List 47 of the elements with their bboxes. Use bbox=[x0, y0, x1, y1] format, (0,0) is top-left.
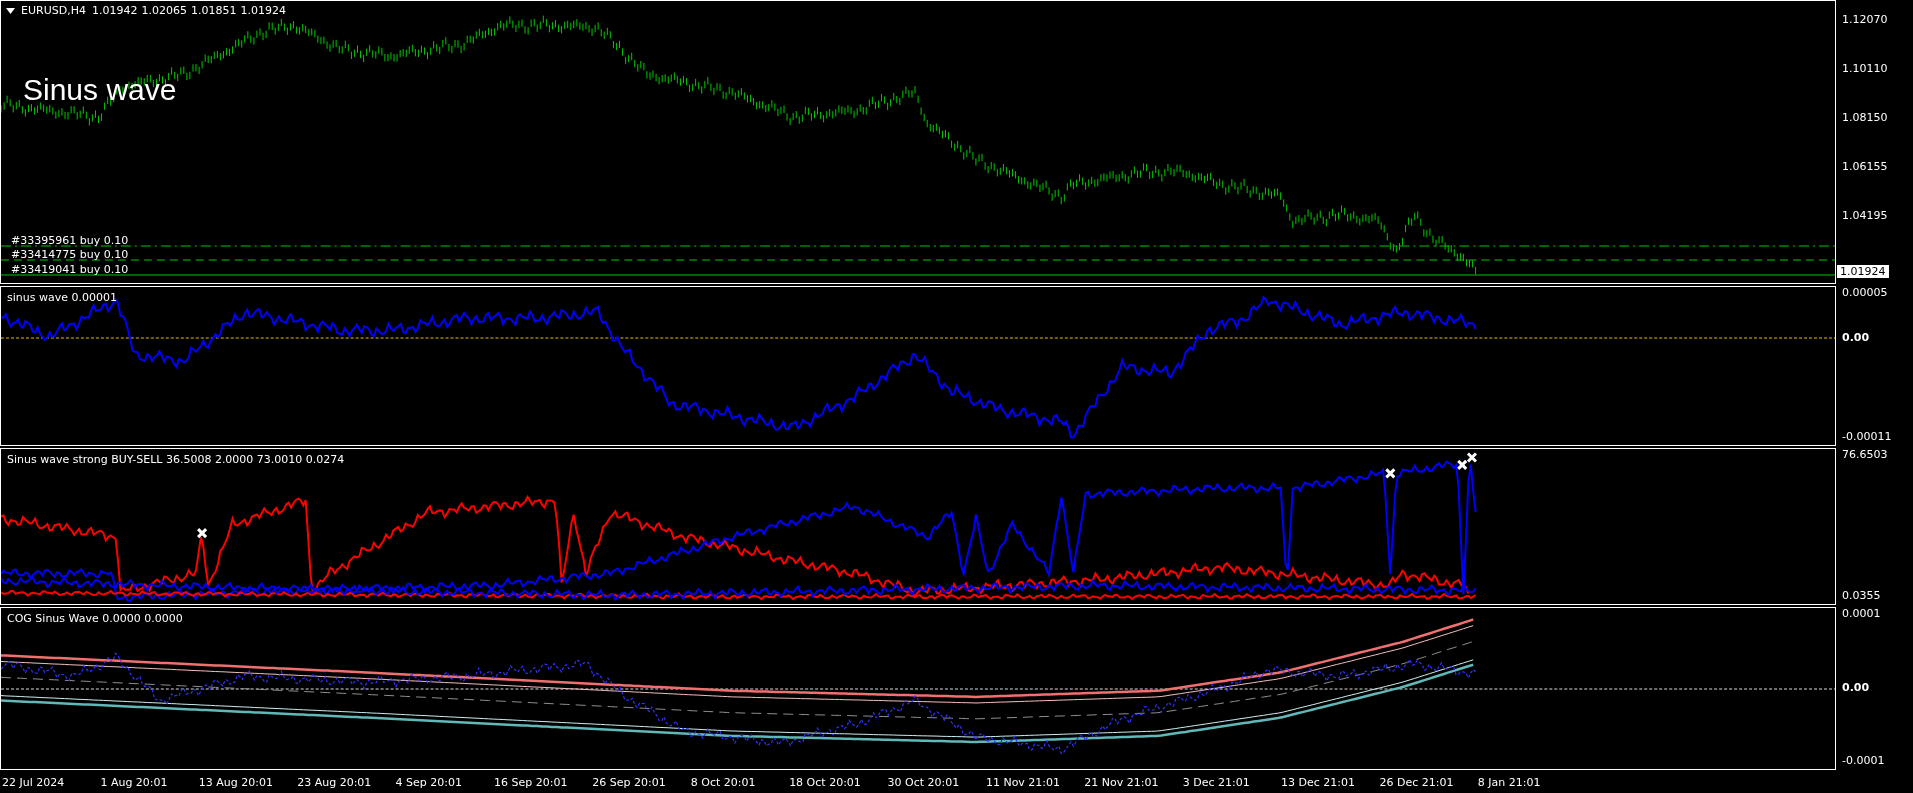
ohlc-value: 1.01942 bbox=[91, 4, 138, 17]
time-axis-label: 26 Sep 20:01 bbox=[591, 775, 667, 789]
indicator-title: Sinus wave strong BUY-SELL 36.5008 2.0000 73.0010 0.0274 bbox=[7, 453, 345, 466]
indicator-axis-label: 76.6503 bbox=[1842, 448, 1888, 461]
time-axis-label: 8 Oct 20:01 bbox=[689, 775, 757, 789]
current-price-label: 1.01924 bbox=[1837, 265, 1889, 278]
time-axis-label: 23 Aug 20:01 bbox=[296, 775, 373, 789]
signal-marker-icon bbox=[196, 527, 208, 539]
price-axis-label: 1.04195 bbox=[1842, 209, 1888, 222]
time-axis-label: 13 Dec 21:01 bbox=[1280, 775, 1357, 789]
indicator-axis-label: 0.00 bbox=[1842, 680, 1870, 694]
ohlc-value: 1.01924 bbox=[240, 4, 286, 17]
time-axis-label: 1 Aug 20:01 bbox=[99, 775, 169, 789]
indicator-axis-label: 0.00 bbox=[1842, 331, 1870, 345]
time-axis-label: 16 Sep 20:01 bbox=[492, 775, 569, 789]
dropdown-triangle-icon[interactable] bbox=[6, 7, 15, 14]
indicator-axis-label: 0.00005 bbox=[1842, 286, 1888, 299]
order-label: #33414775 buy 0.10 bbox=[11, 248, 129, 261]
time-axis-label: 4 Sep 20:01 bbox=[394, 775, 463, 789]
ohlc-value: 1.01851 bbox=[190, 4, 237, 17]
price-axis-label: 1.08150 bbox=[1842, 111, 1888, 124]
order-label: #33419041 buy 0.10 bbox=[11, 263, 129, 276]
signal-marker-icon bbox=[1466, 452, 1478, 463]
time-axis-label: 11 Nov 21:01 bbox=[984, 775, 1062, 789]
signal-marker-icon bbox=[1456, 459, 1468, 471]
time-axis-label: 22 Jul 2024 bbox=[1, 775, 66, 789]
time-axis-label: 26 Dec 21:01 bbox=[1378, 775, 1455, 789]
indicator-title: sinus wave 0.00001 bbox=[7, 291, 117, 304]
symbol-title: EURUSD,H4 bbox=[21, 4, 86, 17]
indicator-axis-label: 0.0355 bbox=[1842, 589, 1881, 602]
time-axis-label: 21 Nov 21:01 bbox=[1083, 775, 1160, 789]
time-axis-label: 3 Dec 21:01 bbox=[1181, 775, 1251, 789]
signal-marker-icon bbox=[1384, 467, 1396, 479]
time-axis-label: 18 Oct 20:01 bbox=[788, 775, 862, 789]
time-axis-label: 8 Jan 21:01 bbox=[1476, 775, 1542, 789]
ohlc-value: 1.02065 bbox=[141, 4, 187, 17]
indicator-title: COG Sinus Wave 0.0000 0.0000 bbox=[7, 612, 183, 625]
order-label: #33395961 buy 0.10 bbox=[11, 234, 129, 247]
time-axis-label: 30 Oct 20:01 bbox=[886, 775, 961, 789]
price-axis-label: 1.12070 bbox=[1842, 13, 1888, 26]
price-axis-label: 1.06155 bbox=[1842, 160, 1888, 173]
indicator-axis-label: -0.00011 bbox=[1842, 430, 1892, 443]
indicator-axis-label: 0.0001 bbox=[1842, 607, 1881, 620]
indicator-axis-label: -0.0001 bbox=[1842, 754, 1885, 767]
chart-overlay-text: Sinus wave bbox=[23, 73, 177, 107]
time-axis-label: 13 Aug 20:01 bbox=[197, 775, 274, 789]
price-axis-label: 1.10110 bbox=[1842, 62, 1888, 75]
